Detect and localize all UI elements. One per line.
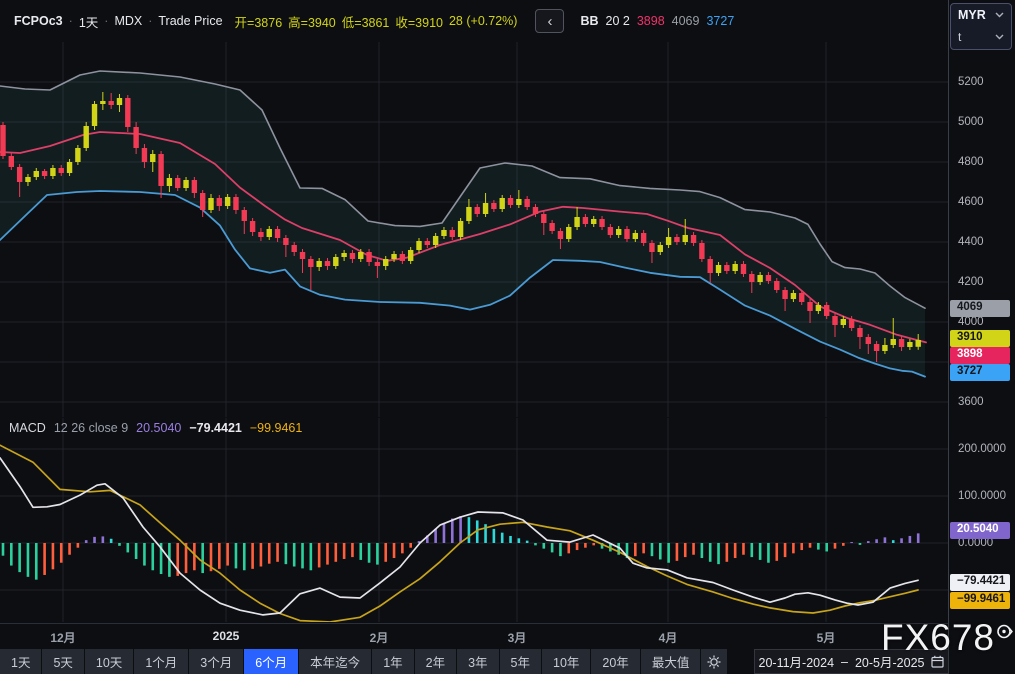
bb-basis-value: 3898: [637, 14, 665, 28]
series-type-label: Trade Price: [158, 14, 222, 28]
symbol-name[interactable]: FCPOc3: [14, 14, 63, 28]
range-toolbar: 1天5天10天1个月3个月6个月本年迄今1年2年3年5年10年20年最大值 20…: [0, 649, 1015, 674]
range-button-11[interactable]: 5年: [500, 649, 541, 674]
range-button-7[interactable]: 本年迄今: [299, 649, 371, 674]
bb-upper-value: 4069: [672, 14, 700, 28]
time-axis-label: 4月: [659, 629, 678, 646]
collapse-indicators-button[interactable]: ‹: [535, 9, 564, 33]
bb-lower-badge: 3727: [950, 364, 1010, 381]
separator-dot: ·: [148, 14, 152, 28]
macd-hist-badge: 20.5040: [950, 522, 1010, 539]
chart-header-ribbon: FCPOc3 · 1天 · MDX · Trade Price 开=3876 高…: [0, 0, 962, 42]
calendar-icon: [931, 655, 944, 668]
price-axis-label: 5000: [958, 114, 984, 130]
interval-label[interactable]: 1天: [79, 12, 98, 31]
bb-basis-badge: 3898: [950, 347, 1010, 364]
range-button-1[interactable]: 1天: [0, 649, 41, 674]
date-range-separator: –: [841, 655, 848, 669]
date-range-start: 20-11月-2024: [759, 652, 835, 671]
trading-chart-app: FCPOc3 · 1天 · MDX · Trade Price 开=3876 高…: [0, 0, 1015, 674]
macd-params: 12 26 close 9: [54, 421, 128, 435]
macd-line-badge: −79.4421: [950, 574, 1010, 591]
price-axis-label: 5200: [958, 74, 984, 90]
macd-axis-label: 200.0000: [958, 441, 1006, 457]
separator-dot: ·: [69, 14, 73, 28]
macd-axis-label: 100.0000: [958, 488, 1006, 504]
time-axis-label: 12月: [50, 629, 75, 646]
macd-chart-svg: [0, 418, 948, 622]
range-button-4[interactable]: 1个月: [134, 649, 188, 674]
ohlc-high: 高=3940: [288, 12, 336, 31]
macd-signal-badge: −99.9461: [950, 592, 1010, 609]
macd-hist-value: 20.5040: [136, 421, 181, 435]
price-axis-label: 4400: [958, 234, 984, 250]
price-axis-label: 3600: [958, 394, 984, 410]
range-button-8[interactable]: 1年: [372, 649, 413, 674]
price-axis-label: 4600: [958, 194, 984, 210]
toolbar-spacer: [728, 649, 753, 674]
gear-icon: [707, 655, 721, 669]
bb-upper-badge: 4069: [950, 300, 1010, 317]
time-axis-label: 2月: [370, 629, 389, 646]
chart-settings-button[interactable]: [701, 649, 727, 674]
price-change: 28 (+0.72%): [449, 14, 517, 28]
price-chart-svg: [0, 42, 948, 417]
range-button-9[interactable]: 2年: [415, 649, 456, 674]
time-axis-scale[interactable]: 12月 2025 2月 3月 4月 5月: [0, 623, 1015, 649]
separator-dot: ·: [104, 14, 108, 28]
bollinger-legend: BB 20 2 3898 4069 3727: [580, 14, 734, 28]
range-button-10[interactable]: 3年: [457, 649, 498, 674]
ohlc-close: 收=3910: [395, 12, 443, 31]
ohlc-open: 开=3876: [235, 12, 283, 31]
time-axis-label: 2025: [213, 629, 240, 643]
macd-chart-pane[interactable]: [0, 418, 948, 622]
range-button-3[interactable]: 10天: [85, 649, 133, 674]
range-button-14[interactable]: 最大值: [641, 649, 701, 674]
chevron-left-icon: ‹: [547, 14, 552, 29]
currency-value: MYR: [958, 8, 986, 22]
date-range-end: 20-5月-2025: [855, 652, 925, 671]
range-button-13[interactable]: 20年: [591, 649, 639, 674]
range-button-6[interactable]: 6个月: [244, 649, 298, 674]
ohlc-low: 低=3861: [342, 12, 390, 31]
macd-signal-value: −99.9461: [250, 421, 302, 435]
range-button-5[interactable]: 3个月: [189, 649, 243, 674]
chevron-down-icon: [995, 12, 1004, 18]
time-axis-label: 5月: [817, 629, 836, 646]
price-axis-label: 4200: [958, 274, 984, 290]
macd-line-value: −79.4421: [189, 421, 241, 435]
range-buttons: 1天5天10天1个月3个月6个月本年迄今1年2年3年5年10年20年最大值: [0, 649, 700, 674]
price-chart-pane[interactable]: [0, 42, 948, 417]
price-axis-label: 4800: [958, 154, 984, 170]
range-button-12[interactable]: 10年: [542, 649, 590, 674]
bb-params: 20 2: [606, 14, 630, 28]
bb-label: BB: [580, 14, 598, 28]
time-axis-label: 3月: [508, 629, 527, 646]
macd-label: MACD: [9, 421, 46, 435]
price-axis-scale[interactable]: MYR t 5200500048004600440042004000360020…: [948, 0, 1015, 649]
bb-lower-value: 3727: [706, 14, 734, 28]
date-range-picker[interactable]: 20-11月-2024 – 20-5月-2025: [754, 649, 949, 674]
macd-legend: MACD 12 26 close 9 20.5040 −79.4421 −99.…: [9, 421, 302, 435]
exchange-label: MDX: [114, 14, 142, 28]
range-button-2[interactable]: 5天: [42, 649, 83, 674]
chevron-down-icon: [995, 34, 1004, 40]
last-price-badge: 3910: [950, 330, 1010, 347]
